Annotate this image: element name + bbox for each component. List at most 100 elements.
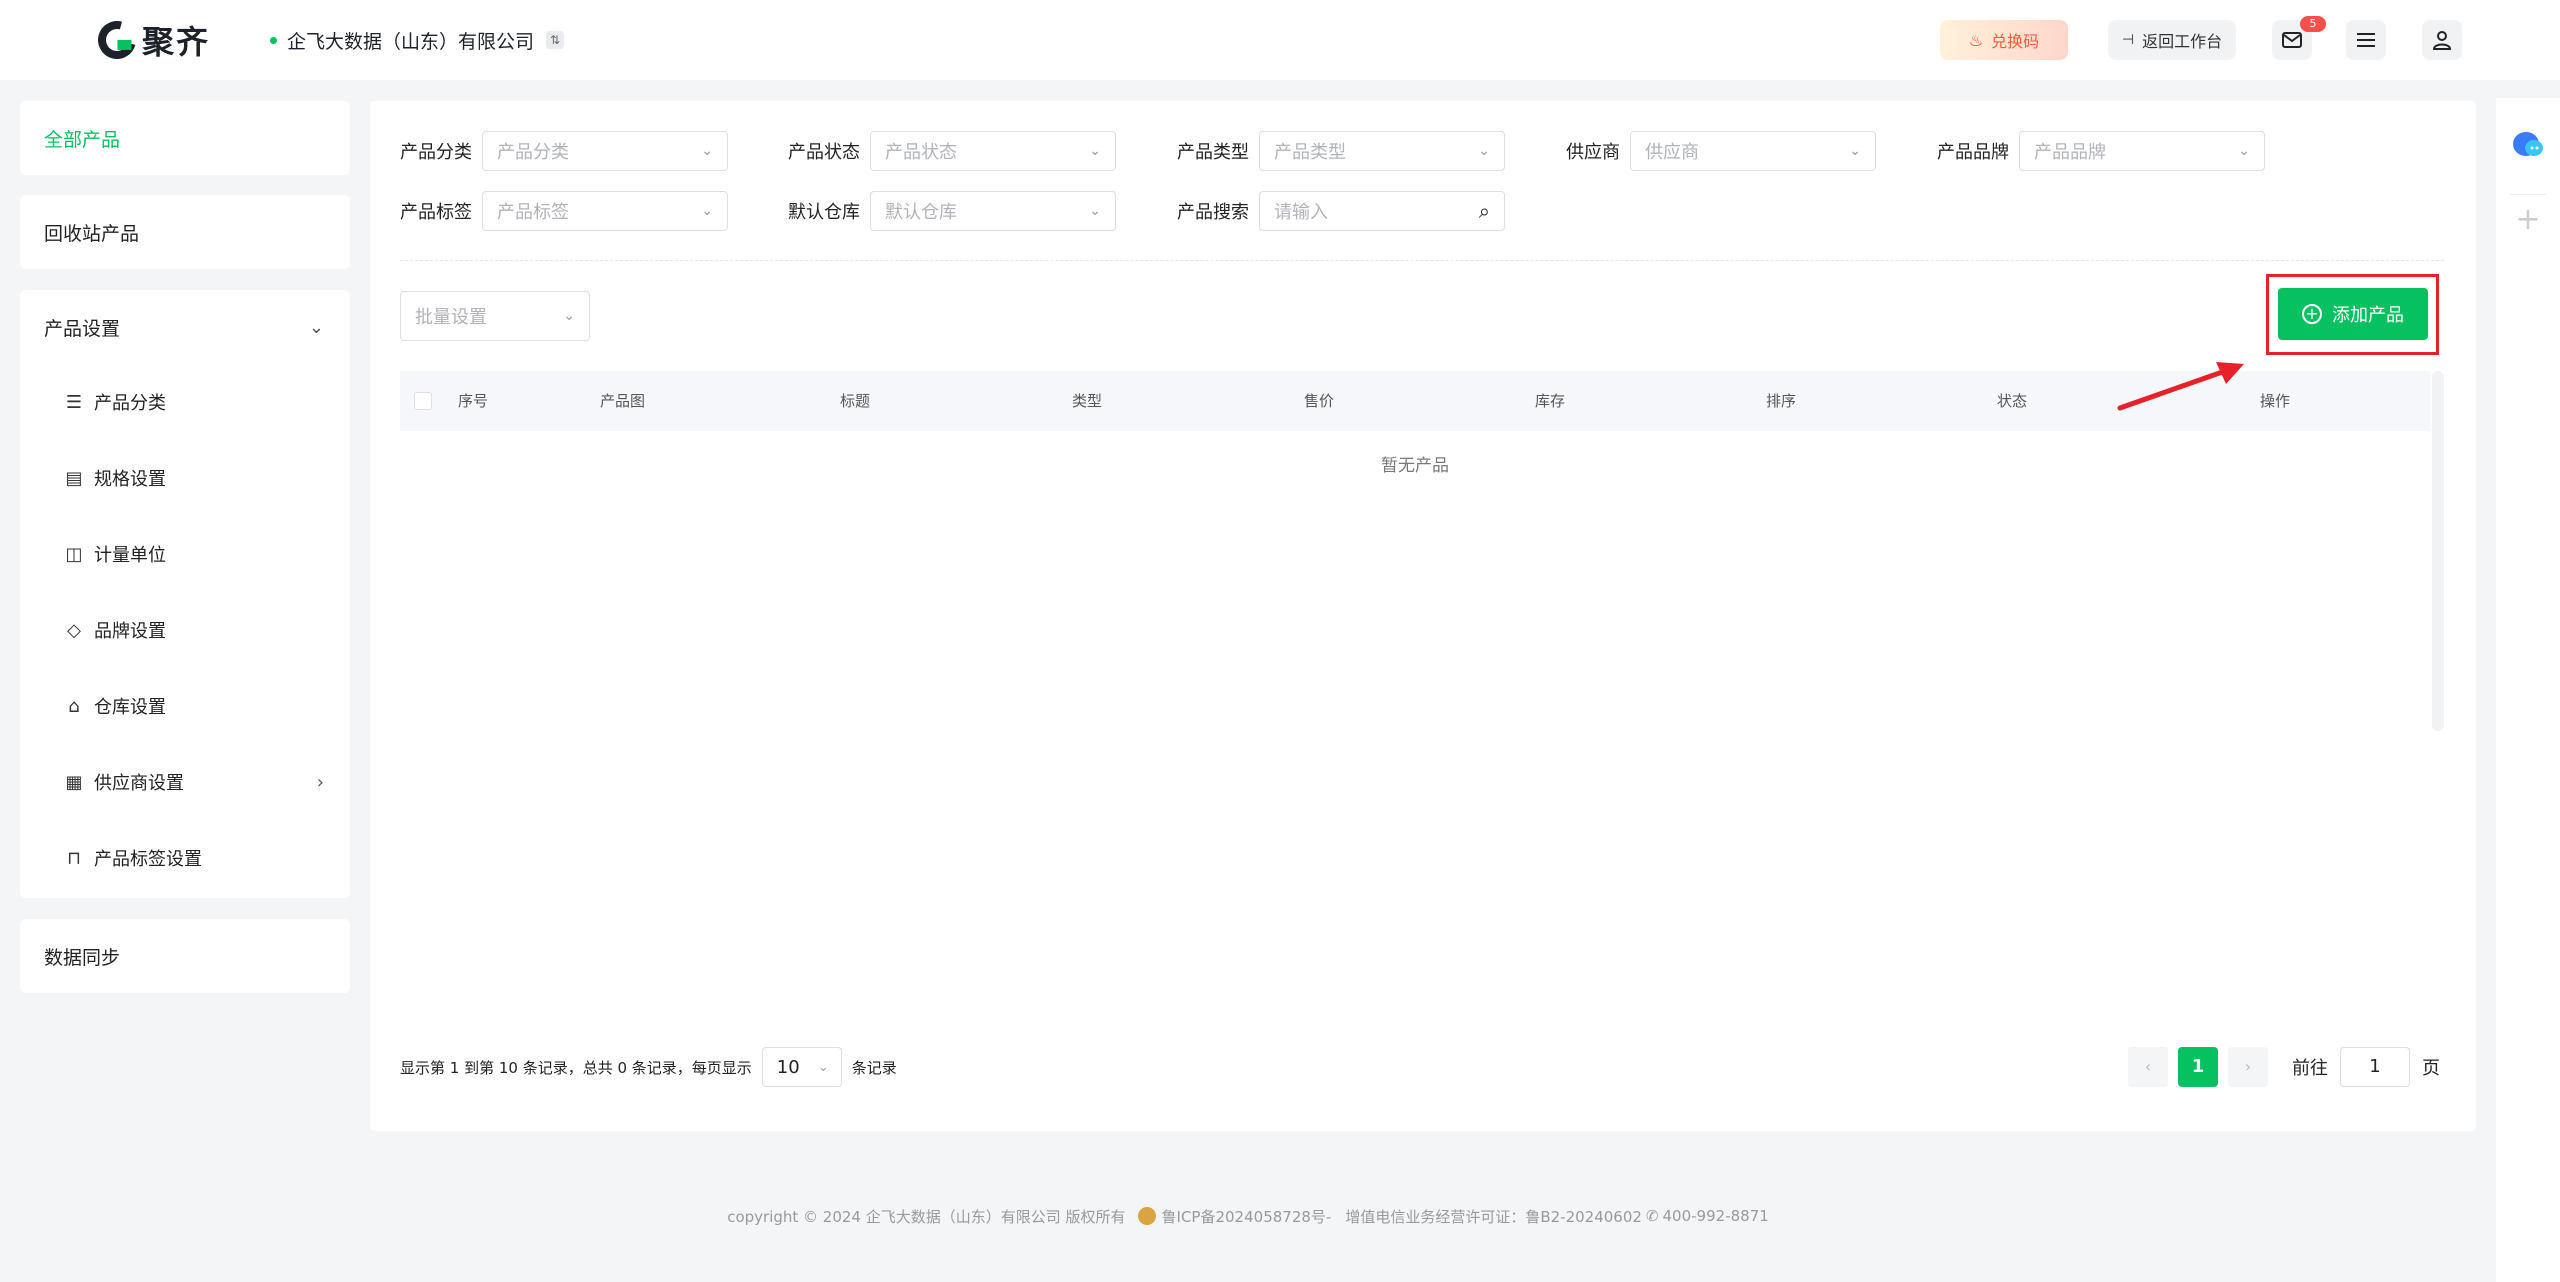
sidebar-item-brand[interactable]: ◇ 品牌设置 (20, 592, 350, 668)
pagination-summary: 显示第 1 到第 10 条记录，总共 0 条记录，每页显示 (400, 1058, 752, 1077)
brand-select[interactable]: 产品品牌 ⌄ (2019, 131, 2265, 171)
filter-supplier: 供应商 供应商 ⌄ (1566, 131, 1876, 171)
sidebar-item-spec[interactable]: ▤ 规格设置 (20, 440, 350, 516)
settings-group-label: 产品设置 (44, 317, 121, 340)
tag-icon: ◇ (67, 619, 81, 641)
footer-icp[interactable]: 鲁ICP备2024058728号- (1162, 1206, 1332, 1227)
unit-icon: ◫ (65, 543, 83, 565)
chevron-down-icon: ⌄ (308, 316, 324, 338)
redeem-code-button[interactable]: ♨ 兑换码 (1940, 20, 2068, 60)
supplier-select[interactable]: 供应商 ⌄ (1630, 131, 1876, 171)
filter-label: 产品状态 (788, 142, 860, 163)
column-header: 排序 (1766, 392, 1797, 410)
sidebar-item-recycle[interactable]: 回收站产品 (20, 195, 350, 269)
chevron-down-icon: ⌄ (1089, 203, 1101, 219)
chevron-down-icon: ⌄ (701, 203, 713, 219)
phone-icon: ✆ (1645, 1207, 1659, 1225)
chevron-down-icon: ⌄ (2238, 143, 2250, 159)
filter-label: 产品品牌 (1937, 142, 2009, 163)
right-rail: + (2496, 98, 2560, 1282)
sidebar-item-tags[interactable]: ⊓ 产品标签设置 (20, 820, 350, 896)
goto-label: 前往 (2292, 1058, 2328, 1079)
list-icon: ☰ (65, 391, 83, 413)
add-icon[interactable]: + (2512, 204, 2544, 236)
table-scrollbar[interactable] (2432, 371, 2444, 731)
top-header: 聚齐 企飞大数据（山东）有限公司 ⇅ ♨ 兑换码 ⊣ 返回工作台 5 (0, 0, 2560, 80)
batch-settings-select[interactable]: 批量设置 ⌄ (400, 291, 590, 341)
page-size-value: 10 (776, 1056, 800, 1078)
select-placeholder: 产品类型 (1274, 142, 1346, 163)
filter-label: 供应商 (1566, 142, 1620, 163)
search-icon[interactable]: ⌕ (1479, 199, 1490, 223)
page-1-button[interactable]: 1 (2178, 1047, 2218, 1087)
pagination-suffix: 条记录 (851, 1058, 897, 1077)
sidebar-data-sync[interactable]: 数据同步 (20, 919, 350, 993)
pagination-info: 显示第 1 到第 10 条记录，总共 0 条记录，每页显示 10 ⌄ 条记录 (400, 1047, 897, 1087)
page-size-select[interactable]: 10 ⌄ (761, 1047, 842, 1087)
logo-mark-icon (91, 14, 143, 66)
batch-label: 批量设置 (415, 307, 487, 328)
sidebar-item-data-sync[interactable]: 数据同步 (20, 919, 350, 993)
column-header: 产品图 (600, 392, 646, 410)
product-search-input[interactable]: 请输入 ⌕ (1259, 191, 1505, 231)
prev-page-button[interactable]: ‹ (2128, 1047, 2168, 1087)
sidebar-item-warehouse[interactable]: ⌂ 仓库设置 (20, 668, 350, 744)
police-badge-icon (1137, 1207, 1156, 1225)
goto-page-input[interactable]: 1 (2340, 1047, 2410, 1087)
add-product-button[interactable]: + 添加产品 (2278, 288, 2428, 340)
logo-text: 聚齐 (142, 23, 211, 61)
sidebar-item-unit[interactable]: ◫ 计量单位 (20, 516, 350, 592)
company-selector[interactable]: 企飞大数据（山东）有限公司 ⇅ (270, 28, 565, 53)
chevron-down-icon: ⌄ (817, 1059, 829, 1075)
column-header: 状态 (1997, 392, 2028, 410)
search-placeholder: 请输入 (1274, 202, 1328, 223)
chevron-down-icon: ⌄ (1849, 143, 1861, 159)
select-placeholder: 产品标签 (497, 202, 569, 223)
sidebar-sub-label: 产品标签设置 (94, 849, 202, 870)
footer-license: 增值电信业务经营许可证：鲁B2-20240602 (1345, 1207, 1642, 1226)
rail-divider (2510, 194, 2546, 195)
main-panel: 产品分类 产品分类 ⌄ 产品状态 产品状态 ⌄ 产品类型 产品类型 ⌄ 供应商 … (370, 101, 2476, 1131)
select-placeholder: 供应商 (1645, 142, 1699, 163)
goto-page: 前往 1 页 (2292, 1047, 2440, 1087)
filter-type: 产品类型 产品类型 ⌄ (1177, 131, 1505, 171)
sidebar-all-products[interactable]: 全部产品 (20, 101, 350, 175)
tag-select[interactable]: 产品标签 ⌄ (482, 191, 728, 231)
chevron-down-icon: ⌄ (1089, 143, 1101, 159)
column-header: 序号 (458, 392, 489, 410)
chevron-down-icon: ⌄ (563, 308, 575, 324)
next-page-button[interactable]: › (2228, 1047, 2268, 1087)
switch-icon[interactable]: ⇅ (546, 31, 565, 49)
sidebar-item-all-products[interactable]: 全部产品 (20, 101, 350, 175)
type-select[interactable]: 产品类型 ⌄ (1259, 131, 1505, 171)
sidebar-sub-label: 仓库设置 (94, 697, 166, 718)
app-logo[interactable]: 聚齐 (91, 14, 211, 66)
warehouse-select[interactable]: 默认仓库 ⌄ (870, 191, 1116, 231)
warehouse-icon: ⌂ (68, 695, 80, 717)
filter-label: 默认仓库 (788, 202, 860, 223)
user-button[interactable] (2422, 20, 2462, 60)
filter-label: 产品搜索 (1177, 202, 1249, 223)
select-placeholder: 默认仓库 (885, 202, 957, 223)
plus-circle-icon: + (2302, 304, 2322, 324)
table-header: 序号 产品图 标题 类型 售价 库存 排序 状态 操作 (400, 371, 2430, 431)
sidebar-item-category[interactable]: ☰ 产品分类 (20, 364, 350, 440)
chat-bot-icon[interactable] (2512, 130, 2544, 160)
flame-icon: ♨ (1968, 30, 1984, 50)
category-select[interactable]: 产品分类 ⌄ (482, 131, 728, 171)
mail-badge: 5 (2300, 16, 2326, 32)
sidebar-recycle[interactable]: 回收站产品 (20, 195, 350, 269)
sidebar-item-supplier[interactable]: ▦ 供应商设置 › (20, 744, 350, 820)
sidebar-sub-label: 供应商设置 (94, 773, 184, 794)
redeem-label: 兑换码 (1991, 32, 2040, 51)
footer-phone: 400-992-8871 (1662, 1207, 1769, 1225)
filter-label: 产品标签 (400, 202, 472, 223)
select-all-checkbox[interactable] (414, 392, 432, 410)
menu-button[interactable] (2346, 20, 2386, 60)
status-select[interactable]: 产品状态 ⌄ (870, 131, 1116, 171)
select-placeholder: 产品分类 (497, 142, 569, 163)
sidebar-item-settings[interactable]: 产品设置 ⌄ (20, 290, 350, 364)
back-to-workbench-button[interactable]: ⊣ 返回工作台 (2108, 20, 2236, 60)
bookmark-icon: ⊓ (66, 847, 82, 869)
column-header: 操作 (2260, 392, 2291, 410)
